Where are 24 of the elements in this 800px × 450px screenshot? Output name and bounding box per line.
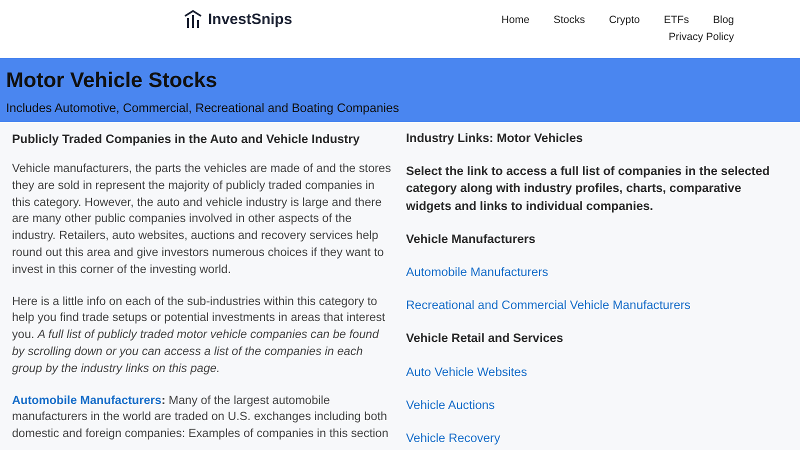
- page-title: Motor Vehicle Stocks: [6, 68, 218, 94]
- industry-link[interactable]: Vehicle Recovery: [406, 431, 500, 446]
- nav-link[interactable]: Crypto: [584, 12, 640, 29]
- paragraph: Here is a little info on each of the sub-industries within this category to help you find trade setups or potential investments in areas that interest you. A full list of publicly traded motor vehicle companies can be found by scrolling down or you can access a list of the companies in each group by the industry links on this page.: [12, 292, 386, 377]
- logo-icon: [184, 10, 202, 28]
- section-heading: Industry Links: Motor Vehicles: [406, 130, 584, 147]
- paragraph: Vehicle manufacturers, the parts the vehicles are made of and the stores they are sold in represent the majority of publicly traded companies in this category. However, the auto and vehicle industry is large and there are many other public companies involved in other aspects of the industry. Retailers, auto websites, auctions and recovery services help round out this area and give investors numerous choices if they want to invest in this corner of the investing world.: [12, 160, 392, 278]
- nav-link[interactable]: ETFs: [640, 12, 689, 29]
- category-link[interactable]: Automobile Manufacturers: [12, 392, 162, 407]
- section-heading: Vehicle Manufacturers: [406, 230, 536, 248]
- intro-text: Select the link to access a full list of companies in the selected category along with industry profiles, charts, comparative widgets and links to individual companies.: [406, 163, 771, 215]
- paragraph: Automobile Manufacturers: Many of the largest automobile manufacturers in the world are traded on U.S. exchanges including both domestic and foreign companies: Examples of companies in this section: [12, 392, 390, 442]
- industry-link[interactable]: Recreational and Commercial Vehicle Manufacturers: [406, 298, 691, 312]
- section-heading: Publicly Traded Companies in the Auto and Vehicle Industry: [12, 132, 361, 146]
- industry-link[interactable]: Auto Vehicle Websites: [406, 364, 528, 379]
- nav-link[interactable]: Privacy Policy: [644, 29, 734, 46]
- nav-link[interactable]: Blog: [688, 12, 734, 29]
- industry-link[interactable]: Vehicle Auctions: [406, 398, 495, 412]
- section-heading: Vehicle Retail and Services: [406, 330, 564, 348]
- nav-link[interactable]: Stocks: [529, 12, 585, 29]
- page-subtitle: Includes Automotive, Commercial, Recreational and Boating Companies: [6, 101, 400, 115]
- industry-link[interactable]: Automobile Manufacturers: [406, 265, 548, 280]
- nav-link[interactable]: Home: [477, 12, 530, 29]
- site-logo[interactable]: InvestSnips: [208, 10, 292, 28]
